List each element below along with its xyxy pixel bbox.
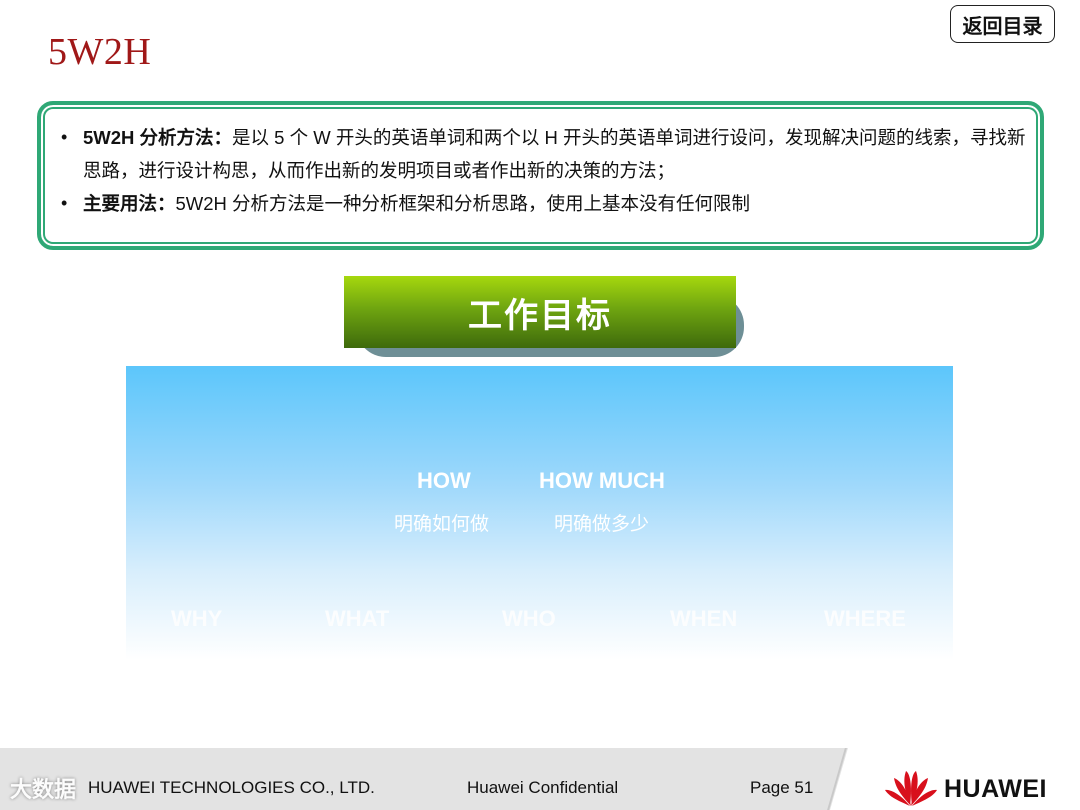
goal-banner: 工作目标 [344, 276, 736, 348]
how-much-description: 明确做多少 [554, 514, 650, 535]
where-label: WHERE [824, 606, 906, 631]
method-label: 5W2H 分析方法： [83, 127, 233, 148]
company-name: HUAWEI TECHNOLOGIES CO., LTD. [88, 778, 375, 797]
page-number: Page 51 [750, 778, 814, 797]
how-description: 明确如何做 [394, 514, 490, 535]
back-to-contents-button[interactable]: 返回目录 [950, 5, 1055, 43]
bullet-icon: • [61, 193, 68, 213]
confidential-label: Huawei Confidential [467, 778, 619, 797]
definition-list: • 5W2H 分析方法：是以 5 个 W 开头的英语单词和两个以 H 开头的英语… [59, 121, 1036, 220]
huawei-logo-text: HUAWEI [944, 775, 1047, 803]
when-label: WHEN [670, 606, 738, 631]
who-label: WHO [502, 606, 556, 631]
usage-description: 5W2H 分析方法是一种分析框架和分析思路，使用上基本没有任何限制 [175, 193, 751, 214]
list-item: • 主要用法：5W2H 分析方法是一种分析框架和分析思路，使用上基本没有任何限制 [59, 187, 1036, 220]
watermark: 大数据 [10, 777, 77, 802]
slide-title: 5W2H [48, 31, 152, 73]
bullet-icon: • [61, 127, 68, 147]
5w2h-diagram: HOW 明确如何做 HOW MUCH 明确做多少 WHY WHAT WHO WH… [126, 366, 953, 660]
what-label: WHAT [325, 606, 390, 631]
definition-box: • 5W2H 分析方法：是以 5 个 W 开头的英语单词和两个以 H 开头的英语… [37, 101, 1044, 250]
list-item: • 5W2H 分析方法：是以 5 个 W 开头的英语单词和两个以 H 开头的英语… [59, 121, 1036, 187]
how-label: HOW [417, 468, 471, 493]
why-label: WHY [171, 606, 223, 631]
huawei-logo-icon [885, 771, 937, 806]
usage-label: 主要用法： [83, 193, 176, 214]
goal-banner-label: 工作目标 [468, 296, 612, 335]
how-much-label: HOW MUCH [539, 468, 665, 493]
